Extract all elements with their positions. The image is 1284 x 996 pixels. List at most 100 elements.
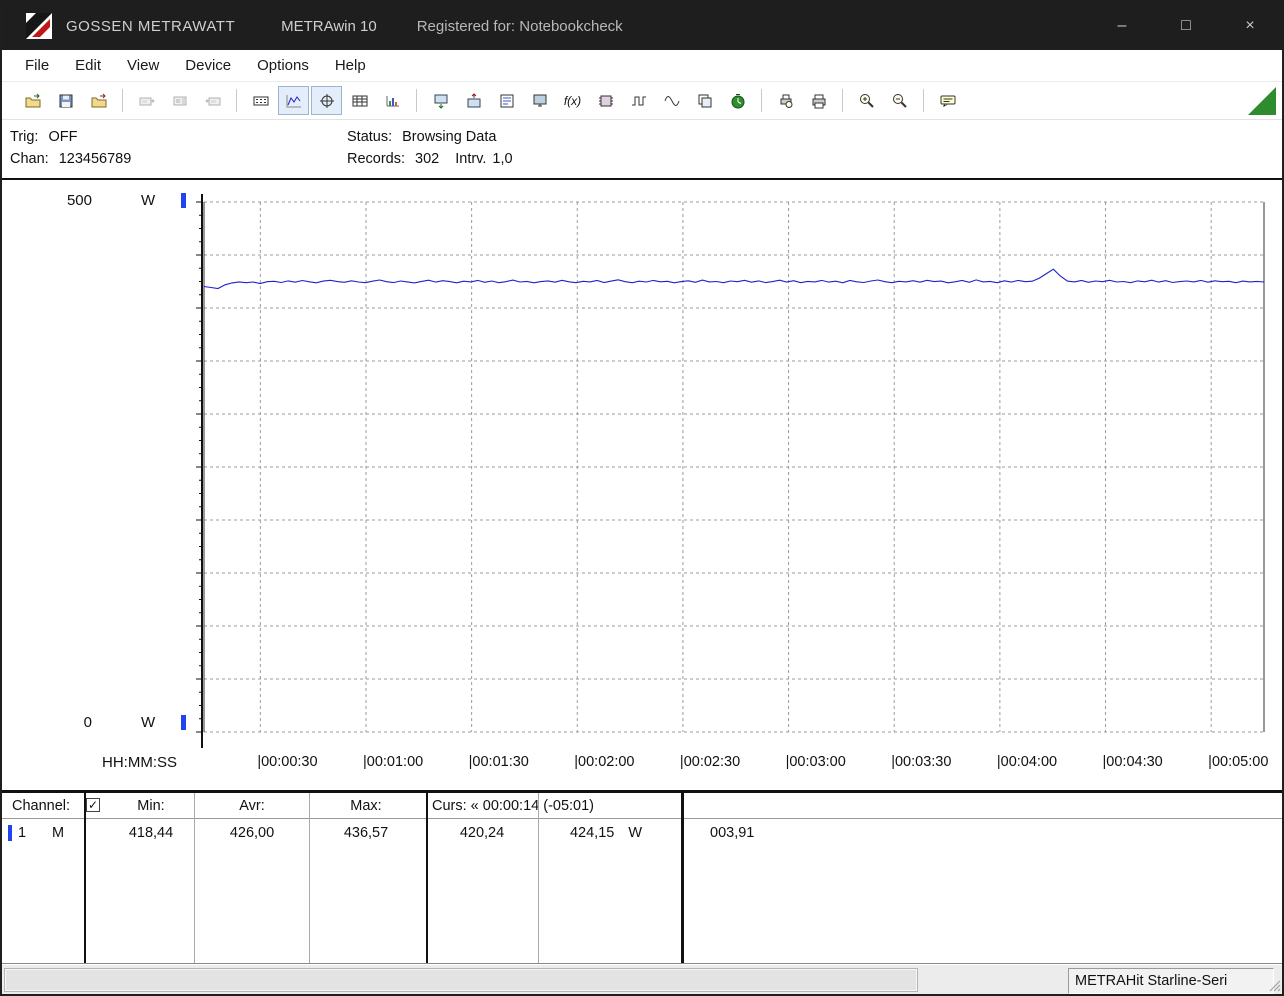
crosshair-icon — [319, 93, 335, 109]
monitor-window-icon — [532, 93, 548, 109]
row-channel-number: 1 — [18, 825, 27, 841]
interval-timer-icon — [730, 93, 746, 109]
header-avr: Avr: — [239, 798, 265, 814]
open-file-button[interactable] — [17, 86, 48, 115]
toolbar: f(x) — [2, 82, 1282, 120]
resize-grip[interactable] — [1267, 978, 1281, 994]
window-controls: – □ × — [1090, 2, 1282, 50]
x-tick-label: |00:01:00 — [362, 754, 424, 770]
statistics-button[interactable] — [377, 86, 408, 115]
x-tick-label: |00:00:30 — [257, 754, 318, 770]
save-file-button[interactable] — [50, 86, 81, 115]
minimize-button[interactable]: – — [1090, 2, 1154, 50]
menu-edit[interactable]: Edit — [62, 53, 114, 78]
toolbar-separator — [923, 89, 924, 112]
trend-chart-button[interactable] — [278, 86, 309, 115]
print-preview-button[interactable] — [770, 86, 801, 115]
menu-view[interactable]: View — [114, 53, 172, 78]
menu-help[interactable]: Help — [322, 53, 379, 78]
wave-window-icon — [664, 93, 680, 109]
app-title: METRAwin 10 — [281, 17, 377, 35]
registered-text: Registered for: Notebookcheck — [416, 17, 623, 35]
row-unit: W — [628, 825, 643, 841]
horizontal-scrollbar[interactable] — [4, 968, 918, 992]
save-file-icon — [58, 93, 74, 109]
channels-window-button[interactable] — [689, 86, 720, 115]
receive-from-device-icon — [433, 93, 449, 109]
toolbar-separator — [842, 89, 843, 112]
table-divider — [84, 793, 86, 963]
channel-row-marker — [8, 825, 12, 841]
table-divider — [426, 793, 428, 963]
x-tick-label: |00:03:30 — [891, 754, 952, 770]
menu-device[interactable]: Device — [172, 53, 244, 78]
pulse-window-button[interactable] — [623, 86, 654, 115]
row-avr-value: 426,00 — [229, 825, 275, 841]
print-button[interactable] — [803, 86, 834, 115]
memory-window-button[interactable] — [590, 86, 621, 115]
interval-label: Intrv. — [455, 151, 487, 167]
annotation-icon — [940, 93, 956, 109]
menu-file[interactable]: File — [12, 53, 62, 78]
device-write-button[interactable] — [197, 86, 228, 115]
x-tick-label: |00:02:00 — [574, 754, 635, 770]
metrawin-window: GOSSEN METRAWATT METRAwin 10 Registered … — [0, 0, 1284, 996]
table-divider — [309, 793, 310, 963]
trend-plot[interactable] — [196, 192, 1272, 754]
receive-from-device-button[interactable] — [425, 86, 456, 115]
close-button[interactable]: × — [1218, 2, 1282, 50]
trend-chart-area[interactable]: 500 W 0 W HH:MM:SS |00:00:30 |00:01:00 |00… — [2, 180, 1282, 790]
header-cursor: Curs: « 00:00:14 (-05:01) — [432, 798, 595, 814]
y-axis-max-label: 500 — [66, 192, 92, 209]
maximize-button[interactable]: □ — [1154, 2, 1218, 50]
wave-window-button[interactable] — [656, 86, 687, 115]
toolbar-expand-handle[interactable] — [1248, 86, 1276, 115]
y-axis-unit-top: W — [141, 192, 156, 209]
acquisition-info-panel: Trig: OFF Chan: 123456789 Status: Browsing … — [2, 120, 1282, 180]
export-folder-button[interactable] — [83, 86, 114, 115]
print-icon — [811, 93, 827, 109]
channel-visible-checkbox[interactable]: ✓ — [86, 798, 100, 812]
x-axis-title: HH:MM:SS — [102, 754, 177, 771]
x-tick-label: |00:01:30 — [468, 754, 529, 770]
value-list-button[interactable] — [491, 86, 522, 115]
zoom-out-button[interactable] — [884, 86, 915, 115]
zoom-in-button[interactable] — [851, 86, 882, 115]
device-read-button[interactable] — [131, 86, 162, 115]
crosshair-button[interactable] — [311, 86, 342, 115]
function-icon: f(x) — [563, 93, 582, 108]
menu-options[interactable]: Options — [244, 53, 322, 78]
export-folder-icon — [91, 93, 107, 109]
numeric-display-icon — [253, 93, 269, 109]
device-card-button[interactable] — [164, 86, 195, 115]
channel-statistics-table: Channel: ✓ Min: Avr: Max: Curs: « 00:00:… — [2, 790, 1282, 965]
row-max-value: 436,57 — [343, 825, 389, 841]
toolbar-separator — [761, 89, 762, 112]
data-table-button[interactable] — [344, 86, 375, 115]
x-tick-label: |00:03:00 — [785, 754, 846, 770]
statistics-icon — [385, 93, 401, 109]
trig-value: OFF — [48, 129, 78, 145]
x-tick-label: |00:04:30 — [1102, 754, 1163, 770]
zoom-in-icon — [859, 93, 875, 109]
print-preview-icon — [778, 93, 794, 109]
numeric-display-button[interactable] — [245, 86, 276, 115]
toolbar-separator — [122, 89, 123, 112]
x-tick-label: |00:05:00 — [1208, 754, 1269, 770]
function-button[interactable]: f(x) — [557, 86, 588, 115]
row-cursor2-number: 424,15 — [569, 825, 615, 841]
row-delta-value: 003,91 — [710, 825, 755, 841]
send-to-device-icon — [466, 92, 482, 109]
scrollbar-thumb[interactable] — [6, 970, 916, 990]
interval-timer-button[interactable] — [722, 86, 753, 115]
monitor-window-button[interactable] — [524, 86, 555, 115]
send-to-device-button[interactable] — [458, 86, 489, 115]
memory-window-icon — [598, 93, 614, 109]
table-bottom-line — [2, 963, 1282, 964]
header-min: Min: — [137, 798, 165, 814]
channels-window-icon — [697, 93, 713, 109]
table-divider — [681, 793, 684, 963]
annotation-button[interactable] — [932, 86, 963, 115]
y-axis-min-label: 0 — [83, 714, 92, 731]
status-bar: METRAHit Starline-Seri — [2, 965, 1282, 994]
